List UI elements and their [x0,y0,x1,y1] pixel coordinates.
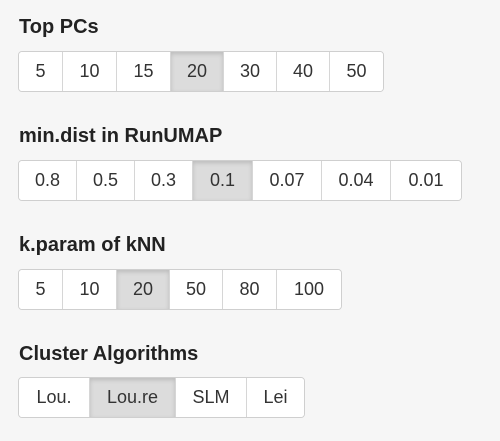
k-param-button-group: 5 10 20 50 80 100 [18,269,342,310]
k-param-option-5[interactable]: 5 [19,270,63,309]
min-dist-option-0-01[interactable]: 0.01 [391,161,461,200]
min-dist-option-0-07[interactable]: 0.07 [253,161,322,200]
cluster-option-leiden[interactable]: Lei [247,378,304,417]
cluster-option-louvain-refined[interactable]: Lou.re [90,378,176,417]
min-dist-option-0-3[interactable]: 0.3 [135,161,193,200]
top-pcs-option-15[interactable]: 15 [117,52,171,91]
k-param-option-50[interactable]: 50 [170,270,223,309]
top-pcs-option-5[interactable]: 5 [19,52,63,91]
top-pcs-button-group: 5 10 15 20 30 40 50 [18,51,384,92]
cluster-option-louvain[interactable]: Lou. [19,378,90,417]
k-param-option-20[interactable]: 20 [117,270,170,309]
top-pcs-option-40[interactable]: 40 [277,52,330,91]
min-dist-option-0-1[interactable]: 0.1 [193,161,253,200]
min-dist-option-0-8[interactable]: 0.8 [19,161,77,200]
top-pcs-option-10[interactable]: 10 [63,52,117,91]
k-param-option-10[interactable]: 10 [63,270,117,309]
min-dist-option-0-04[interactable]: 0.04 [322,161,391,200]
top-pcs-option-50[interactable]: 50 [330,52,383,91]
k-param-option-80[interactable]: 80 [223,270,277,309]
cluster-option-slm[interactable]: SLM [176,378,247,417]
k-param-label: k.param of kNN [19,234,166,256]
top-pcs-option-20[interactable]: 20 [171,52,224,91]
top-pcs-option-30[interactable]: 30 [224,52,277,91]
top-pcs-label: Top PCs [19,16,99,38]
min-dist-button-group: 0.8 0.5 0.3 0.1 0.07 0.04 0.01 [18,160,462,201]
min-dist-label: min.dist in RunUMAP [19,125,223,147]
min-dist-option-0-5[interactable]: 0.5 [77,161,135,200]
cluster-algorithms-label: Cluster Algorithms [19,343,199,365]
k-param-option-100[interactable]: 100 [277,270,341,309]
cluster-algorithms-button-group: Lou. Lou.re SLM Lei [18,377,305,418]
